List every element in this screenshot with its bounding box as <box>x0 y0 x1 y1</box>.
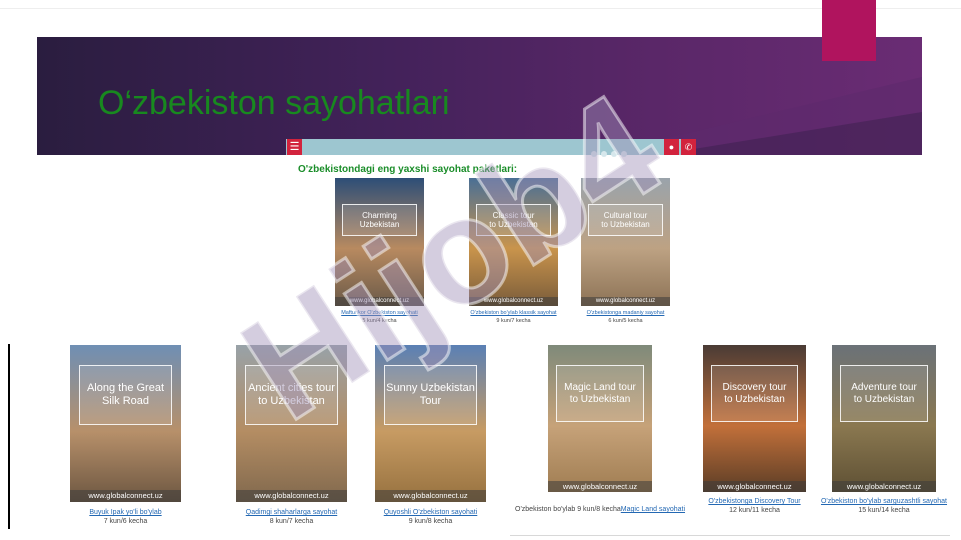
tour-duration: 15 kun/14 kecha <box>858 507 910 514</box>
tour-poster-title: Cultural tour to Uzbekistan <box>588 204 663 236</box>
tour-poster-image[interactable]: Discovery tour to Uzbekistan www.globalco… <box>703 345 806 492</box>
tour-poster-website: www.globalconnect.uz <box>335 297 424 306</box>
tour-duration: 9 kun/8 kecha <box>408 518 453 525</box>
tour-poster-title: Sunny Uzbekistan Tour <box>383 365 478 425</box>
tour-duration: 6 kun/5 kecha <box>608 318 643 324</box>
tour-poster-website: www.globalconnect.uz <box>375 490 486 502</box>
tour-poster-title: Along the Great Silk Road <box>78 365 173 425</box>
tour-link[interactable]: Buyuk Ipak yo'li bo'ylab <box>36 509 216 516</box>
social-icons <box>591 144 631 162</box>
tour-link[interactable]: O'zbekiston bo'ylab sarguzashtli sayohat <box>794 498 961 505</box>
tour-duration: 7 kun/6 kecha <box>103 518 148 525</box>
tour-link[interactable]: Quyoshli O'zbekiston sayohati <box>341 509 521 516</box>
map-pin-icon[interactable]: ● <box>664 139 679 155</box>
site-top-bar: ☰ ● ✆ <box>286 139 696 157</box>
tour-poster-website: www.globalconnect.uz <box>832 481 936 492</box>
accent-bar <box>822 0 876 61</box>
slide-title: O‘zbekiston sayohatlari <box>98 84 450 122</box>
tour-poster-image[interactable]: Along the Great Silk Road www.globalconne… <box>70 345 181 502</box>
tour-poster-image[interactable]: Classic tour to Uzbekistan www.globalconn… <box>469 178 558 306</box>
top-divider <box>0 8 961 9</box>
tour-caption-prefix: O'zbekiston bo'ylab 9 kun/8 kecha <box>515 506 621 513</box>
tour-duration: 5 kun/4 kecha <box>362 318 397 324</box>
tour-poster-title: Adventure tour to Uzbekistan <box>840 365 928 422</box>
tour-poster-image[interactable]: Sunny Uzbekistan Tour www.globalconnect.u… <box>375 345 486 502</box>
tour-poster-website: www.globalconnect.uz <box>236 490 347 502</box>
tour-poster-image[interactable]: Ancient cities tour to Uzbekistan www.glo… <box>236 345 347 502</box>
tour-poster-title: Discovery tour to Uzbekistan <box>711 365 798 422</box>
tour-duration: 8 kun/7 kecha <box>269 518 314 525</box>
hamburger-menu-icon[interactable]: ☰ <box>287 139 302 155</box>
left-divider <box>8 344 10 529</box>
bottom-divider <box>510 535 950 536</box>
tour-poster-website: www.globalconnect.uz <box>469 297 558 306</box>
tour-duration: 12 kun/11 kecha <box>729 507 780 514</box>
phone-icon[interactable]: ✆ <box>681 139 696 155</box>
tour-poster-image[interactable]: Magic Land tour to Uzbekistan www.globalc… <box>548 345 652 492</box>
tour-link[interactable]: O'zbekistonga madaniy sayohat <box>536 310 716 316</box>
tour-caption: O'zbekiston bo'ylab 9 kun/8 kechaMagic L… <box>515 506 685 513</box>
tour-poster-title: Classic tour to Uzbekistan <box>476 204 551 236</box>
tour-link[interactable]: Magic Land sayohati <box>621 506 685 513</box>
site-heading: O'zbekistondagi eng yaxshi sayohat paket… <box>298 164 518 175</box>
tour-poster-title: Magic Land tour to Uzbekistan <box>556 365 644 422</box>
tour-poster-website: www.globalconnect.uz <box>70 490 181 502</box>
tour-poster-title: Ancient cities tour to Uzbekistan <box>244 365 339 425</box>
tour-poster-image[interactable]: Adventure tour to Uzbekistan www.globalco… <box>832 345 936 492</box>
tour-poster-website: www.globalconnect.uz <box>703 481 806 492</box>
tour-duration: 9 kun/7 kecha <box>496 318 531 324</box>
presentation-slide: O‘zbekiston sayohatlari ☰ ● ✆ O'zbekisto… <box>0 0 961 540</box>
tour-poster-image[interactable]: Cultural tour to Uzbekistan www.globalcon… <box>581 178 670 306</box>
tour-poster-image[interactable]: Charming Uzbekistan www.globalconnect.uz <box>335 178 424 306</box>
tour-poster-title: Charming Uzbekistan <box>342 204 417 236</box>
tour-poster-website: www.globalconnect.uz <box>548 481 652 492</box>
tour-poster-website: www.globalconnect.uz <box>581 297 670 306</box>
